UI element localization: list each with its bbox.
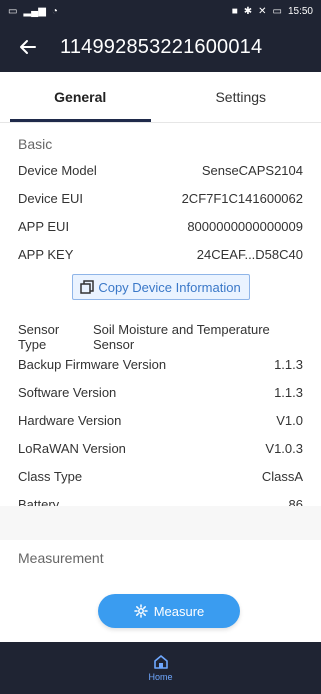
- nav-home[interactable]: Home: [0, 642, 321, 694]
- wifi-icon: ◔: [51, 5, 58, 17]
- info-row-hardware-version: Hardware Version V1.0: [18, 406, 303, 434]
- row-value: 1.1.3: [274, 356, 303, 372]
- gear-icon: [133, 604, 148, 618]
- info-row-sensor-type: Sensor Type Soil Moisture and Temperatur…: [18, 322, 303, 352]
- tab-general[interactable]: General: [0, 72, 161, 122]
- info-row-device-model: Device Model SenseCAPS2104: [18, 156, 303, 184]
- copy-icon: [80, 280, 95, 294]
- row-value: SenseCAPS2104: [201, 162, 303, 178]
- copy-button-label: Copy Device Information: [98, 279, 241, 295]
- info-row-software-version: Software Version 1.1.3: [18, 378, 303, 406]
- row-value: 2CF7F1C141600062: [181, 190, 303, 206]
- battery-icon: ▭: [272, 5, 282, 17]
- device-info-section: Sensor Type Soil Moisture and Temperatur…: [0, 322, 321, 518]
- measure-button[interactable]: Measure: [98, 594, 240, 628]
- status-time: 15:50: [287, 5, 313, 17]
- row-key: Class Type: [18, 468, 83, 484]
- page-title: 114992853221600014: [60, 35, 263, 58]
- info-row-app-eui: APP EUI 8000000000000009: [18, 212, 303, 240]
- sim-icon: ▭: [8, 5, 18, 17]
- status-right: ■ ✱ ✕ ▭ 15:50: [232, 6, 313, 17]
- status-left: ▭ ▂▄▆ ◔: [8, 6, 58, 17]
- app-bar: 114992853221600014: [0, 22, 321, 72]
- row-key: APP EUI: [18, 218, 70, 234]
- row-key: Hardware Version: [18, 412, 122, 428]
- row-value: V1.0.3: [265, 440, 303, 456]
- nav-home-label: Home: [148, 672, 173, 682]
- row-key: LoRaWAN Version: [18, 440, 126, 456]
- row-key: Backup Firmware Version: [18, 356, 167, 372]
- info-row-device-eui: Device EUI 2CF7F1C141600062: [18, 184, 303, 212]
- signal-icon: ▂▄▆: [23, 5, 46, 17]
- bluetooth-icon: ✱: [243, 5, 253, 17]
- arrow-left-icon: [20, 40, 36, 54]
- home-icon: [153, 655, 168, 669]
- mute-icon: ✕: [258, 5, 267, 17]
- back-button[interactable]: [16, 35, 40, 59]
- row-value: V1.0: [276, 412, 303, 428]
- nfc-icon: ■: [231, 5, 238, 17]
- measure-button-label: Measure: [153, 603, 205, 619]
- row-value: 1.1.3: [274, 384, 303, 400]
- status-bar: ▭ ▂▄▆ ◔ ■ ✱ ✕ ▭ 15:50: [0, 0, 321, 22]
- row-key: Device Model: [18, 162, 97, 178]
- row-key: APP KEY: [18, 246, 74, 262]
- row-value: ClassA: [261, 468, 303, 484]
- tab-settings[interactable]: Settings: [161, 72, 321, 122]
- section-divider: [0, 506, 321, 540]
- row-key: Sensor Type: [18, 322, 60, 352]
- row-value: Soil Moisture and Temperature Sensor: [92, 322, 270, 352]
- info-row-backup-firmware: Backup Firmware Version 1.1.3: [18, 350, 303, 378]
- copy-device-info-button[interactable]: Copy Device Information: [71, 274, 250, 300]
- info-row-class-type: Class Type ClassA: [18, 462, 303, 490]
- info-row-app-key: APP KEY 24CEAF...D58C40: [18, 240, 303, 268]
- section-title-basic: Basic: [18, 136, 53, 152]
- row-value: 24CEAF...D58C40: [196, 246, 303, 262]
- row-key: Device EUI: [18, 190, 84, 206]
- basic-section: Basic Device Model SenseCAPS2104 Device …: [0, 132, 321, 308]
- row-key: Software Version: [18, 384, 117, 400]
- row-value: 8000000000000009: [187, 218, 303, 234]
- info-row-lorawan-version: LoRaWAN Version V1.0.3: [18, 434, 303, 462]
- tab-bar: General Settings: [0, 72, 321, 123]
- section-title-measurement: Measurement: [18, 550, 104, 566]
